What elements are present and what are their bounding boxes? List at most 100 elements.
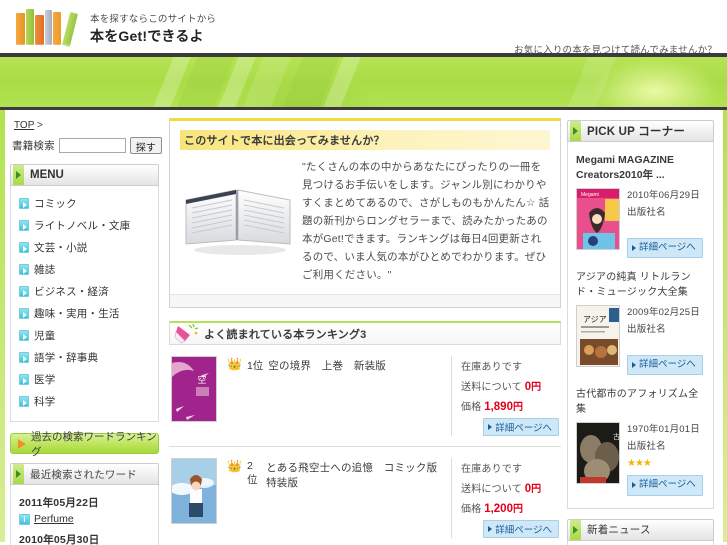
sidebar-item-lightnovel[interactable]: ライトノベル・文庫 — [17, 215, 152, 237]
open-book-illustration — [178, 170, 298, 258]
book-thumbnail[interactable] — [171, 458, 217, 525]
list-item[interactable]: 古代都市のアフォリズム全集 古 1970年01月01日 出版社名 ★★★ 詳細ペ… — [572, 381, 709, 501]
arrow-square-icon — [19, 308, 29, 319]
triangle-right-icon — [488, 424, 493, 431]
arrow-right-icon — [18, 438, 26, 449]
recent-word-link[interactable]: Perfume — [34, 513, 74, 525]
pickup-thumbnail[interactable]: 古 — [576, 422, 620, 485]
menu-panel-header: MENU — [10, 164, 159, 186]
shipping-label: 送料について — [461, 382, 522, 394]
triangle-right-icon — [488, 526, 493, 533]
intro-footer-strip — [170, 294, 560, 308]
right-edge-accent — [723, 110, 727, 542]
sidebar-item-magazine[interactable]: 雑誌 — [17, 259, 152, 281]
sidebar-item-fiction[interactable]: 文芸・小説 — [17, 237, 152, 259]
arrow-square-icon — [19, 330, 29, 341]
sidebar-item-hobby[interactable]: 趣味・実用・生活 — [17, 303, 152, 325]
pickup-item-name[interactable]: アジアの純真 リトルランド・ミュージック大全集 — [576, 271, 705, 300]
arrow-square-icon — [19, 352, 29, 363]
crown-silver-icon: 👑 — [227, 459, 242, 474]
sidebar-item-label: 語学・辞事典 — [34, 352, 99, 364]
sidebar-item-label: ライトノベル・文庫 — [34, 220, 131, 232]
search-button[interactable]: 探す — [129, 137, 162, 154]
detail-page-button[interactable]: 詳細ページへ — [483, 418, 559, 437]
sidebar-item-language[interactable]: 語学・辞事典 — [17, 347, 152, 369]
price-value: 1,890 — [484, 401, 513, 414]
pickup-item-name[interactable]: Megami MAGAZINE Creators2010年 ... — [576, 153, 705, 183]
sidebar-item-label: ビジネス・経済 — [34, 286, 109, 298]
arrow-square-icon — [19, 396, 29, 407]
news-body: 新刊情報やおすすめ本の紹介を毎日更新中…。ランキングやレビューもあわせてチェック… — [567, 540, 714, 545]
pickup-thumbnail[interactable]: アジア — [576, 305, 620, 368]
rank-price-cell: 在庫ありです 送料について 0円 価格 1,200円 詳細ページへ — [451, 458, 559, 539]
svg-text:古: 古 — [613, 432, 620, 441]
detail-page-button[interactable]: 詳細ページへ — [627, 474, 703, 496]
recent-words-title: 最近検索されたワード — [30, 468, 137, 481]
sidebar-item-comic[interactable]: コミック — [17, 193, 152, 215]
chevron-right-icon — [570, 121, 581, 141]
page-root: 本を探すならこのサイトから 本をGet!できるよ お気に入りの本を見つけて読んで… — [0, 0, 727, 545]
sidebar-item-label: 児童 — [34, 330, 56, 342]
pickup-publisher: 出版社名 — [627, 440, 666, 452]
pickup-thumbnail[interactable]: Megami — [576, 188, 620, 251]
chevron-right-icon — [570, 519, 581, 540]
rank-position: 2位 — [246, 460, 258, 487]
ranking-section-title: よく読まれている本ランキング3 — [204, 328, 367, 341]
shipping-label: 送料について — [461, 484, 522, 496]
list-item[interactable]: アジアの純真 リトルランド・ミュージック大全集 アジア 2009年02月25日 … — [572, 264, 709, 381]
right-sidebar: PICK UP コーナー Megami MAGAZINE Creators201… — [565, 110, 719, 545]
sidebar-item-children[interactable]: 児童 — [17, 325, 152, 347]
pickup-meta: 2009年02月25日 出版社名 詳細ページへ — [627, 305, 705, 376]
search-input[interactable] — [58, 138, 126, 153]
stock-status: 在庫ありです — [461, 464, 523, 476]
recent-words-header: 最近検索されたワード — [10, 463, 159, 485]
recent-words-body: 2011年05月22日 i Perfume 2010年05月30日 i まどマギ — [10, 485, 159, 545]
site-logo[interactable]: 本を探すならこのサイトから 本をGet!できるよ — [0, 0, 216, 51]
price-row: 価格 1,890円 — [461, 398, 559, 418]
breadcrumb-top-link[interactable]: TOP — [14, 120, 34, 131]
party-popper-icon — [174, 323, 200, 345]
list-item[interactable]: Megami MAGAZINE Creators2010年 ... Megami — [572, 146, 709, 264]
breadcrumb: TOP > — [10, 116, 159, 137]
arrow-square-icon — [19, 220, 29, 231]
rank-title-cell: 👑 1位 空の境界 上巻 新装版 — [227, 356, 451, 436]
book-title[interactable]: とある飛空士への追憶 コミック版 特装版 — [266, 460, 451, 490]
logo-subtitle: 本を探すならこのサイトから — [90, 14, 217, 26]
intro-panel: このサイトで本に出会ってみませんか？ "たくさんの本の中からあなたにぴったりの一… — [169, 118, 561, 309]
table-row[interactable]: 空 👑 1位 空の境界 上巻 新装版 在庫ありです 送料について 0円 価格 1… — [169, 345, 561, 448]
pickup-item-name[interactable]: 古代都市のアフォリズム全集 — [576, 388, 705, 417]
detail-page-button[interactable]: 詳細ページへ — [627, 354, 703, 376]
rating-stars: ★★★ — [627, 458, 652, 470]
rank-position: 1位 — [246, 360, 264, 373]
table-row[interactable]: 👑 2位 とある飛空士への追憶 コミック版 特装版 在庫ありです 送料について … — [169, 447, 561, 545]
chevron-right-icon — [13, 464, 24, 484]
book-title[interactable]: 空の境界 上巻 新装版 — [268, 358, 386, 373]
sidebar-item-business[interactable]: ビジネス・経済 — [17, 281, 152, 303]
sidebar-item-medical[interactable]: 医学 — [17, 369, 152, 391]
site-header: 本を探すならこのサイトから 本をGet!できるよ お気に入りの本を見つけて読んで… — [0, 0, 727, 57]
detail-page-button[interactable]: 詳細ページへ — [483, 520, 559, 539]
intro-body-text: "たくさんの本の中からあなたにぴったりの一冊を見つけるお手伝いをします。ジャンル… — [302, 161, 550, 282]
arrow-square-icon — [19, 374, 29, 385]
price-unit: 円 — [512, 402, 524, 414]
shipping-unit: 円 — [531, 484, 542, 496]
news-title: 新着ニュース — [587, 524, 651, 537]
crown-gold-icon: 👑 — [227, 357, 242, 372]
arrow-square-icon — [19, 198, 29, 209]
sidebar-item-label: 趣味・実用・生活 — [34, 308, 120, 320]
pickup-header: PICK UP コーナー — [567, 120, 714, 142]
recent-word-row: i Perfume — [19, 513, 150, 532]
search-word-ranking-button[interactable]: 過去の検索ワードランキング — [10, 431, 159, 458]
detail-page-button[interactable]: 詳細ページへ — [627, 237, 703, 259]
sidebar-item-label: 雑誌 — [34, 264, 56, 276]
detail-page-label: 詳細ページへ — [639, 358, 696, 370]
book-thumbnail[interactable]: 空 — [171, 356, 217, 423]
pickup-date: 2010年06月29日 — [627, 190, 700, 202]
pickup-publisher: 出版社名 — [627, 207, 666, 219]
pickup-publisher: 出版社名 — [627, 323, 666, 335]
arrow-square-icon — [19, 242, 29, 253]
sidebar-item-science[interactable]: 科学 — [17, 391, 152, 413]
pickup-date: 2009年02月25日 — [627, 307, 700, 319]
logo-title: 本をGet!できるよ — [90, 27, 204, 44]
intro-heading: このサイトで本に出会ってみませんか？ — [180, 130, 550, 150]
